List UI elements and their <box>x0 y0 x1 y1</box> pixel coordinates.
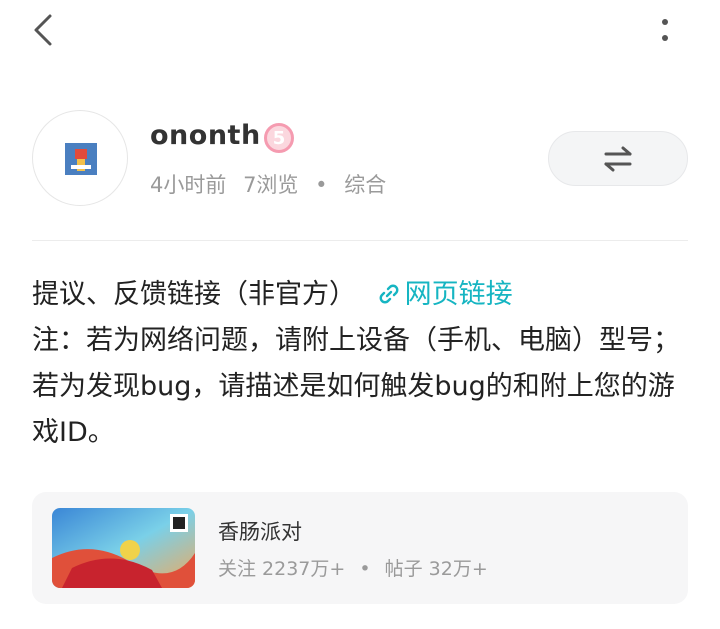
more-vertical-icon <box>662 19 668 41</box>
link-icon <box>379 284 399 304</box>
game-thumbnail-image <box>52 508 195 588</box>
post-content: 提议、反馈链接（非官方） 网页链接 注：若为网络问题，请附上设备（手机、电脑）型… <box>32 272 692 456</box>
chevron-left-icon <box>34 14 52 46</box>
post-category[interactable]: 综合 <box>344 173 386 197</box>
game-thumbnail <box>52 508 195 588</box>
post-line-1: 提议、反馈链接（非官方） 网页链接 <box>32 272 692 318</box>
game-posts: 帖子 32万+ <box>384 558 488 580</box>
author-name[interactable]: ononth <box>150 120 261 151</box>
post-views: 7浏览 <box>243 173 299 197</box>
meta-separator: • <box>315 173 328 197</box>
game-card[interactable]: 香肠派对 关注 2237万+ • 帖子 32万+ <box>32 492 688 604</box>
author-row: ononth 5 4小时前 7浏览 • 综合 <box>0 105 720 215</box>
game-stats-separator: • <box>359 558 371 580</box>
web-link[interactable]: 网页链接 <box>377 279 513 310</box>
avatar-image <box>65 143 97 175</box>
web-link-label: 网页链接 <box>404 279 513 310</box>
post-meta: 4小时前 7浏览 • 综合 <box>150 169 386 199</box>
more-options-button[interactable] <box>650 12 680 48</box>
post-body-text: 注：若为网络问题，请附上设备（手机、电脑）型号；若为发现bug，请描述是如何触发… <box>32 325 680 448</box>
back-button[interactable] <box>28 12 64 48</box>
swap-button[interactable] <box>548 131 688 186</box>
game-followers: 关注 2237万+ <box>218 558 346 580</box>
game-name: 香肠派对 <box>218 520 302 544</box>
level-badge: 5 <box>264 123 294 153</box>
post-title-text: 提议、反馈链接（非官方） <box>32 279 356 310</box>
game-stats: 关注 2237万+ • 帖子 32万+ <box>218 554 488 581</box>
top-bar <box>0 0 720 70</box>
swap-icon <box>604 146 632 171</box>
avatar[interactable] <box>32 110 128 206</box>
post-time: 4小时前 <box>150 173 227 197</box>
divider <box>32 240 688 241</box>
